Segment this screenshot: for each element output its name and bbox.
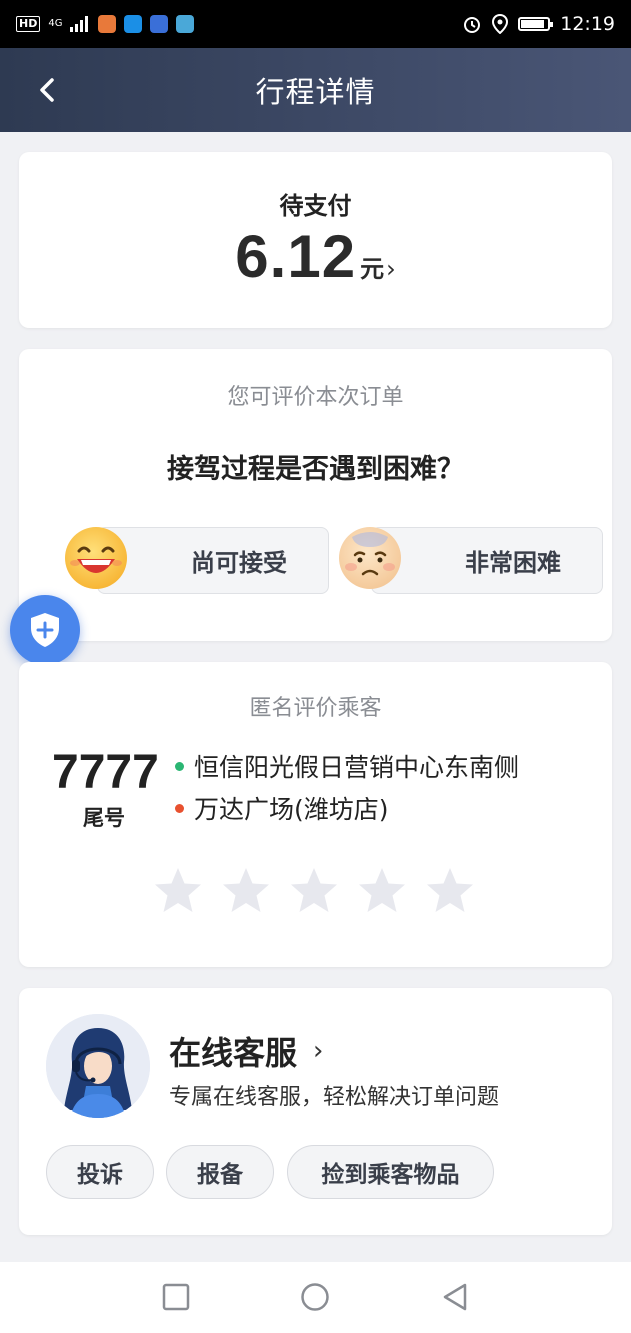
recent-apps-icon[interactable] [161, 1282, 191, 1312]
payment-amount: 6.12 [235, 223, 357, 290]
passenger-tail-label: 尾号 [83, 806, 125, 830]
rating-question: 接驾过程是否遇到困难？ [167, 454, 464, 485]
alipay-icon [124, 15, 143, 33]
star-icon[interactable] [220, 865, 272, 917]
shield-plus-icon [31, 613, 59, 647]
payment-status: 待支付 [279, 192, 352, 220]
rating-hint: 您可评价本次订单 [227, 385, 404, 410]
star-icon[interactable] [424, 865, 476, 917]
status-bar-left: HD 4G [16, 15, 195, 33]
alarm-icon [464, 17, 481, 33]
passenger-rating-card: 匿名评价乘客 7777 尾号 恒信阳光假日营销中心东南侧 万达广场(潍坊店) [19, 662, 612, 967]
star-rating [152, 865, 476, 917]
chevron-right-icon: › [386, 255, 396, 283]
chevron-left-icon[interactable] [30, 72, 66, 108]
browser-icon [176, 15, 195, 33]
star-icon[interactable] [288, 865, 340, 917]
payment-card[interactable]: 待支付 6.12 元 › [19, 152, 612, 328]
chevron-right-icon: › [313, 1036, 324, 1066]
service-agent-avatar [46, 1014, 150, 1118]
online-service-link[interactable]: 在线客服 › [169, 1028, 323, 1074]
payment-unit: 元 [360, 255, 385, 283]
sad-face-icon [339, 527, 401, 589]
system-nav-bar [0, 1262, 631, 1333]
route-start: 恒信阳光假日营销中心东南侧 [175, 748, 519, 784]
hd-badge: HD [16, 16, 41, 32]
app-icon-orange [98, 15, 117, 33]
rating-card: 您可评价本次订单 接驾过程是否遇到困难？ 尚可接受 非常困难 [19, 349, 612, 641]
end-dot-icon [175, 803, 184, 813]
battery-icon [518, 17, 554, 31]
clock: 12:19 [560, 13, 615, 35]
signal-icon [70, 16, 89, 32]
agent-avatar-icon [46, 1014, 150, 1118]
back-icon[interactable] [440, 1282, 470, 1312]
status-bar-right: 12:19 [462, 13, 615, 35]
rate-difficult-label: 非常困难 [465, 549, 561, 577]
baidu-icon [150, 15, 169, 33]
rate-acceptable-label: 尚可接受 [191, 549, 287, 577]
route-start-text: 恒信阳光假日营销中心东南侧 [194, 753, 520, 782]
safety-shield-button[interactable] [10, 595, 80, 665]
route-end: 万达广场(潍坊店) [175, 790, 389, 826]
lost-item-button[interactable]: 捡到乘客物品 [287, 1145, 494, 1199]
network-type: 4G [48, 18, 63, 29]
route-end-text: 万达广场(潍坊店) [194, 795, 389, 824]
report-button[interactable]: 报备 [166, 1145, 274, 1199]
passenger-tail-number: 7777 [52, 746, 159, 799]
customer-service-card: 在线客服 › 专属在线客服，轻松解决订单问题 投诉 报备 捡到乘客物品 [19, 988, 612, 1235]
online-service-title: 在线客服 [169, 1034, 298, 1072]
online-service-subtitle: 专属在线客服，轻松解决订单问题 [169, 1085, 500, 1110]
rate-difficult-button[interactable]: 非常困难 [371, 527, 603, 594]
star-icon[interactable] [356, 865, 408, 917]
location-icon [492, 14, 509, 34]
passenger-rating-title: 匿名评价乘客 [249, 696, 382, 721]
happy-face-icon [65, 527, 127, 589]
app-header: 行程详情 [0, 48, 631, 132]
status-bar: HD 4G 12:19 [0, 0, 631, 48]
star-icon[interactable] [152, 865, 204, 917]
payment-amount-row[interactable]: 6.12 元 › [19, 222, 612, 291]
rate-acceptable-button[interactable]: 尚可接受 [97, 527, 329, 594]
start-dot-icon [175, 761, 184, 771]
page-title: 行程详情 [255, 75, 376, 109]
complaint-button[interactable]: 投诉 [46, 1145, 154, 1199]
home-icon[interactable] [300, 1282, 330, 1312]
